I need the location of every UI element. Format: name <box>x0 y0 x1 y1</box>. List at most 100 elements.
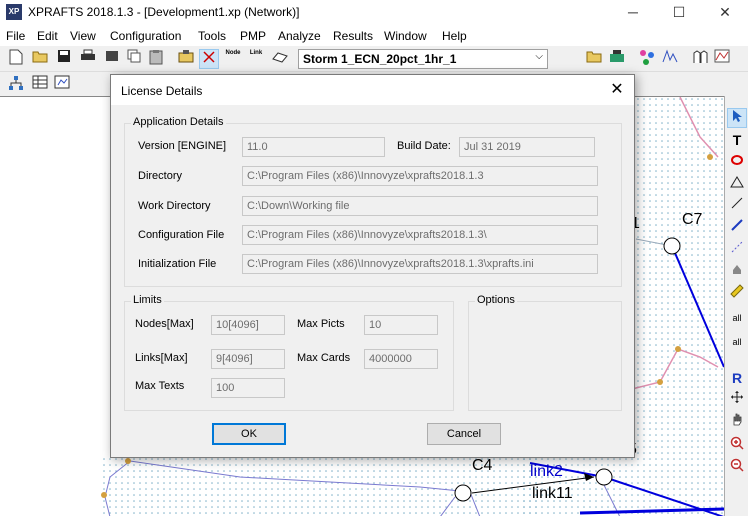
profile-view-icon[interactable] <box>690 49 710 69</box>
boundary-vertex <box>707 154 713 160</box>
group-label: Limits <box>131 294 164 306</box>
menu-file[interactable]: File <box>6 29 25 43</box>
configuration-file-field: C:\Program Files (x86)\Innovyze\xprafts2… <box>242 225 598 245</box>
cancel-button[interactable]: Cancel <box>427 423 501 445</box>
max-picts-field: 10 <box>364 315 438 335</box>
max-texts-label: Max Texts <box>135 380 185 392</box>
menu-bar: File Edit View Configuration Tools PMP A… <box>0 24 748 46</box>
ok-button[interactable]: OK <box>212 423 286 445</box>
print-icon[interactable] <box>78 49 98 69</box>
thick-line-icon[interactable] <box>727 218 747 238</box>
menu-window[interactable]: Window <box>384 29 427 43</box>
dialog-title: License Details <box>121 84 203 98</box>
boundary-vertex <box>125 458 131 464</box>
menu-tools[interactable]: Tools <box>198 29 226 43</box>
scenario-dropdown[interactable]: Storm 1_ECN_20pct_1hr_1 ⌵ <box>298 49 548 69</box>
table-icon[interactable] <box>30 75 50 95</box>
configuration-file-label: Configuration File <box>138 229 225 241</box>
menu-help[interactable]: Help <box>442 29 467 43</box>
max-cards-label: Max Cards <box>297 352 351 364</box>
nodes-max-field: 10[4096] <box>211 315 285 335</box>
export-icon[interactable] <box>607 49 627 69</box>
node-label-c4: C4 <box>472 457 493 474</box>
catalog-icon[interactable] <box>176 49 196 69</box>
maximize-button[interactable]: ☐ <box>656 0 702 24</box>
boundary-vertex <box>675 346 681 352</box>
zoom-in-icon[interactable] <box>727 436 747 456</box>
dialog-close-button[interactable]: ✕ <box>606 79 628 101</box>
menu-results[interactable]: Results <box>333 29 373 43</box>
open-folder-icon[interactable] <box>30 49 50 69</box>
max-picts-label: Max Picts <box>297 318 345 330</box>
refresh-button[interactable]: R <box>727 368 747 388</box>
initialization-file-field: C:\Program Files (x86)\Innovyze\xprafts2… <box>242 254 598 274</box>
link-label-link2: link2 <box>530 463 563 480</box>
version-label: Version [ENGINE] <box>138 140 227 152</box>
directory-label: Directory <box>138 170 183 182</box>
network-tree-icon[interactable] <box>6 75 26 95</box>
node-junction[interactable] <box>595 468 613 486</box>
minimize-button[interactable]: ─ <box>610 0 656 24</box>
group-label: Options <box>475 294 517 306</box>
link-tool-button[interactable]: Link <box>246 49 266 69</box>
max-cards-field: 4000000 <box>364 349 438 369</box>
menu-configuration[interactable]: Configuration <box>110 29 181 43</box>
app-icon: XP <box>6 4 22 20</box>
directory-field: C:\Program Files (x86)\Innovyze\xprafts2… <box>242 166 598 186</box>
menu-analyze[interactable]: Analyze <box>278 29 321 43</box>
node-c7[interactable] <box>663 237 681 255</box>
select-all-button[interactable]: all <box>727 308 747 328</box>
zoom-out-icon[interactable] <box>727 458 747 478</box>
graph-icon[interactable] <box>712 49 732 69</box>
chevron-down-icon: ⌵ <box>535 51 543 62</box>
links-max-label: Links[Max] <box>135 352 188 364</box>
open-results-icon[interactable] <box>584 49 604 69</box>
build-date-label: Build Date: <box>397 140 451 152</box>
text-tool-button[interactable]: T <box>727 130 747 150</box>
boundary-vertex <box>101 492 107 498</box>
nodes-max-label: Nodes[Max] <box>135 318 194 330</box>
dialog-title-bar: License Details ✕ <box>111 75 634 105</box>
title-bar: XP XPRAFTS 2018.1.3 - [Development1.xp (… <box>0 0 748 24</box>
boundary-vertex <box>657 379 663 385</box>
node-label-c7: C7 <box>682 211 703 228</box>
node-c4[interactable] <box>454 484 472 502</box>
work-directory-label: Work Directory <box>138 200 211 212</box>
ruler-icon[interactable] <box>727 284 747 304</box>
fill-icon[interactable] <box>727 262 747 282</box>
hand-icon[interactable] <box>727 412 747 432</box>
link-label-link11: link11 <box>532 485 573 502</box>
max-texts-field: 100 <box>211 378 285 398</box>
cut-icon[interactable] <box>102 49 122 69</box>
group-label: Application Details <box>131 116 226 128</box>
copy-icon[interactable] <box>124 49 144 69</box>
network-color-icon[interactable] <box>637 49 657 69</box>
dashed-line-icon[interactable] <box>727 240 747 260</box>
version-field: 11.0 <box>242 137 385 157</box>
license-details-dialog: License Details ✕ Application Details Ve… <box>110 74 635 458</box>
deselect-all-button[interactable]: all <box>727 332 747 352</box>
hydrograph-icon[interactable] <box>660 49 680 69</box>
ellipse-icon[interactable] <box>727 152 747 172</box>
menu-edit[interactable]: Edit <box>37 29 58 43</box>
node-tool-button[interactable]: Node <box>223 49 243 69</box>
window-title: XPRAFTS 2018.1.3 - [Development1.xp (Net… <box>28 5 300 19</box>
node-tool-label: Node <box>225 50 241 56</box>
build-date-field: Jul 31 2019 <box>459 137 595 157</box>
close-window-button[interactable]: ✕ <box>702 0 748 24</box>
pan-arrows-icon[interactable] <box>727 390 747 410</box>
link-tool-label: Link <box>249 50 263 56</box>
select-tool-icon[interactable] <box>199 49 219 69</box>
triangle-icon[interactable] <box>727 174 747 194</box>
paste-icon[interactable] <box>146 49 166 69</box>
menu-view[interactable]: View <box>70 29 96 43</box>
menu-pmp[interactable]: PMP <box>240 29 266 43</box>
save-icon[interactable] <box>54 49 74 69</box>
freeform-tool-icon[interactable] <box>270 49 290 69</box>
pointer-icon[interactable] <box>727 108 747 128</box>
options-group: Options <box>468 294 622 411</box>
properties-icon[interactable] <box>52 75 72 95</box>
line-icon[interactable] <box>727 196 747 216</box>
initialization-file-label: Initialization File <box>138 258 217 270</box>
new-file-icon[interactable] <box>6 49 26 69</box>
